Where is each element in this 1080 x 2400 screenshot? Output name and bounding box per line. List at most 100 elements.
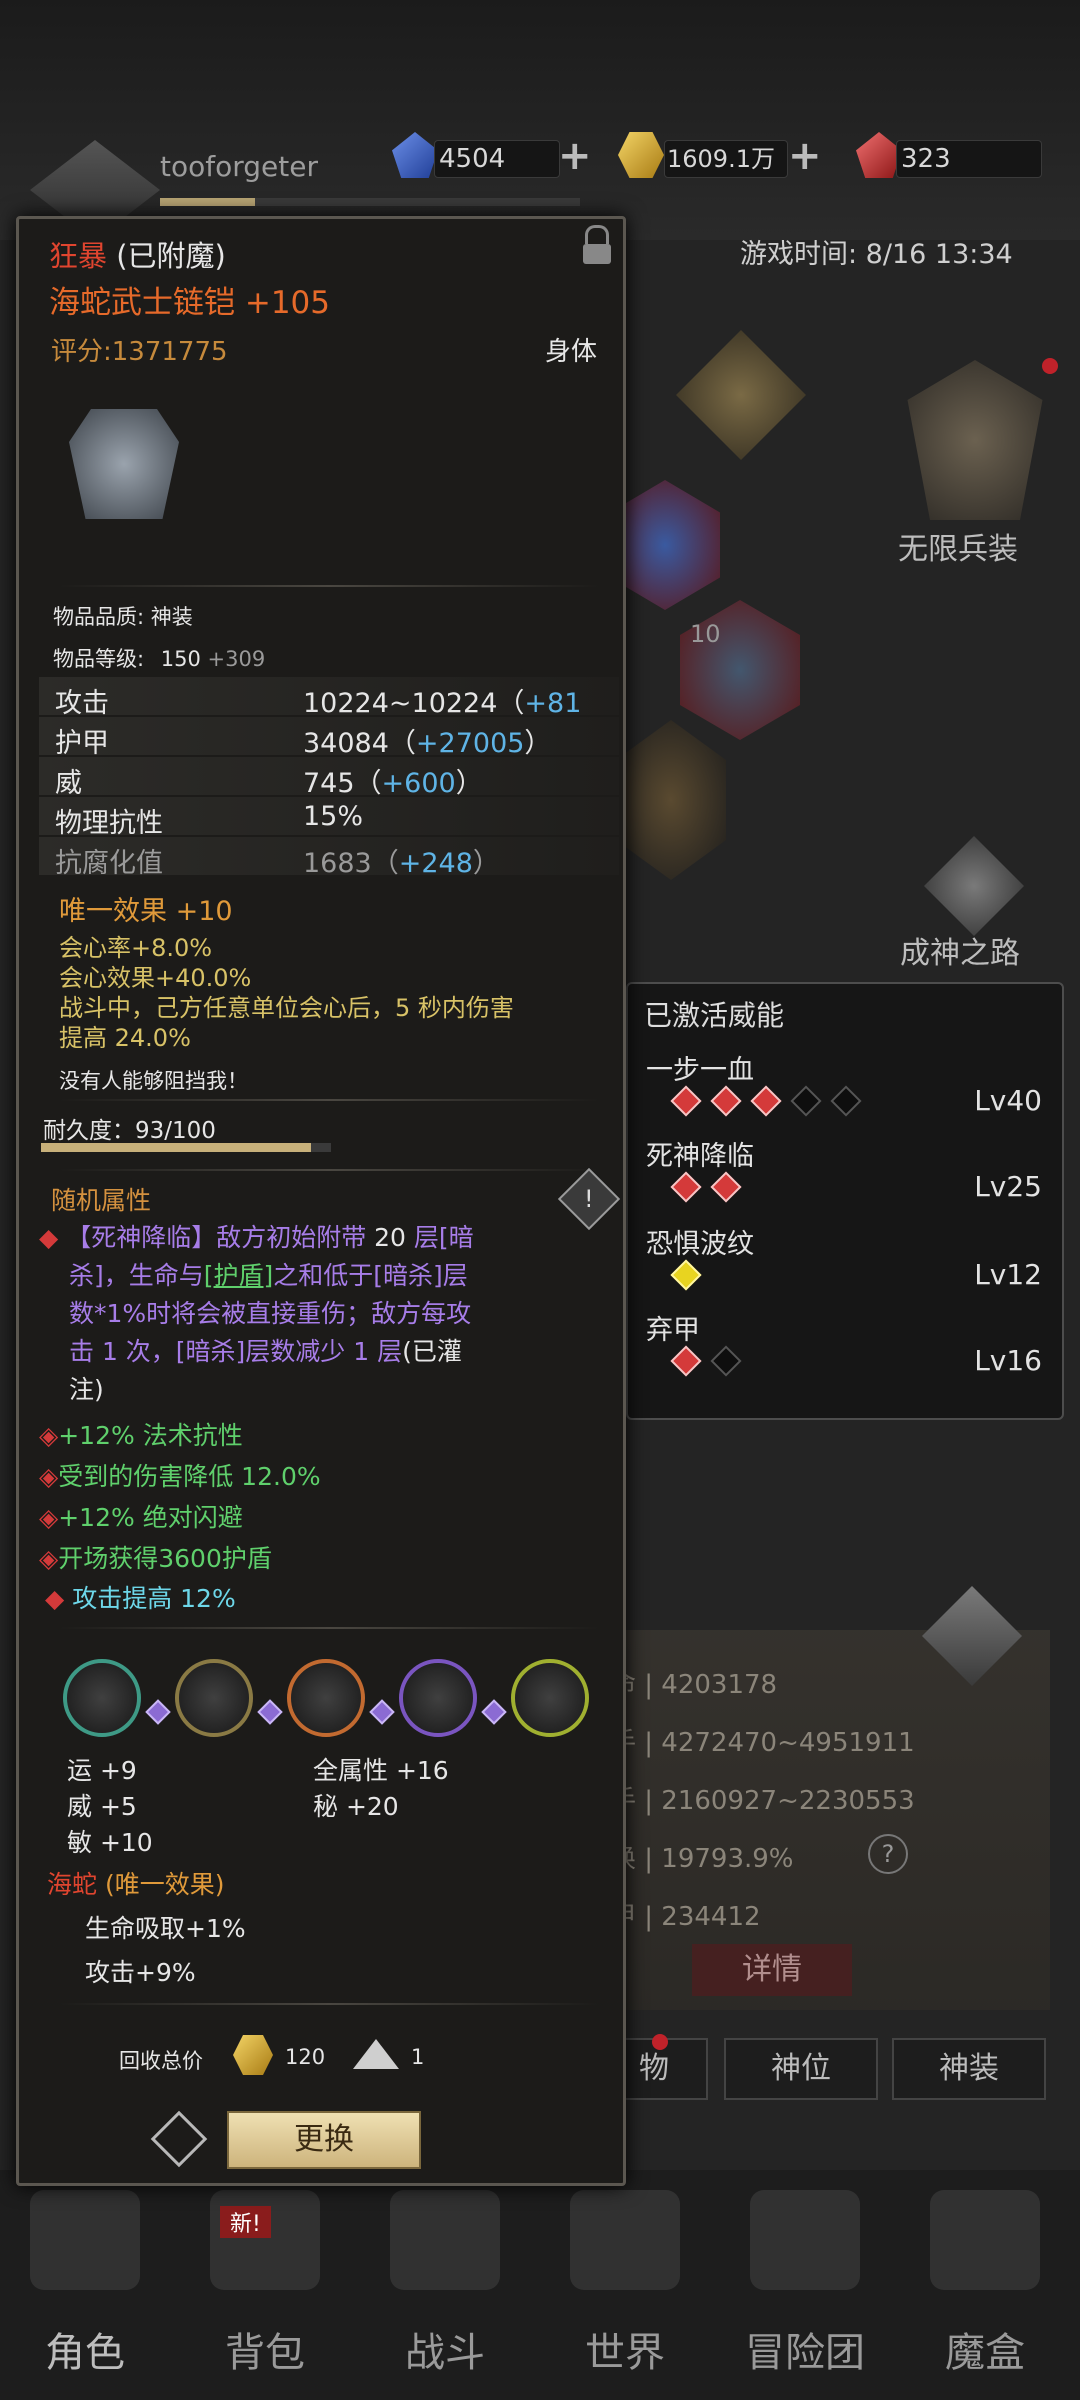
divider [59,585,599,587]
tab-divine-gear-label: 神装 [939,2051,999,2086]
nav-character[interactable]: 角色 [0,2170,170,2400]
details-button[interactable]: 详情 [692,1944,852,1996]
buff-row[interactable]: 恐惧波纹 Lv12 [632,1218,1056,1300]
buff-pips [666,1259,706,1291]
buff-pips [666,1085,866,1117]
unique-effect-title: 唯一效果 +10 [59,896,233,927]
stat-line: 手 | 2160927~2230553 [610,1786,915,1816]
nav-adventure-label: 冒险团 [745,2330,865,2376]
stat-key: 护甲 [55,728,109,759]
deity-path-emblem[interactable] [924,836,1024,936]
gold-count: 1609.1万 [664,140,788,178]
recycle-dust: 1 [411,2045,425,2069]
details-label: 详情 [742,1952,802,1987]
gold-icon [233,2035,273,2075]
nav-magic-box[interactable]: 魔盒 [900,2170,1070,2400]
buff-row[interactable]: 一步一血 Lv40 [632,1044,1056,1126]
add-sapphire-button[interactable]: + [558,136,592,176]
stat-key: 攻击 [55,688,109,719]
stat-line: 唤 | 19793.9% [610,1844,794,1874]
backpack-icon [210,2190,320,2290]
recycle-gold: 120 [285,2045,326,2069]
tab-notification-dot [652,2034,668,2050]
skill-orb-1[interactable] [610,480,720,610]
stat-row: 威 745（+600） [39,757,619,799]
random-attr-title: 随机属性 [51,1186,152,1215]
username: tooforgeter [160,150,318,183]
random-cyan-line: ◆ 攻击提高 12% [45,1584,236,1613]
set-name: 海蛇 [47,1870,98,1899]
skill-orb-3[interactable] [616,720,726,880]
nav-adventure[interactable]: 冒险团 [720,2170,890,2400]
item-slot: 身体 [545,337,598,367]
stat-line: 手 | 4272470~4951911 [610,1728,915,1758]
flavor-text: 没有人能够阻挡我！ [59,1069,248,1093]
stat-value: 34084（+27005） [303,728,552,759]
socket-gem[interactable] [175,1659,253,1737]
buff-panel-title: 已激活威能 [644,999,785,1032]
buff-level: Lv40 [974,1084,1042,1117]
nav-backpack[interactable]: 新! 背包 [180,2170,350,2400]
stat-row: 攻击 10224~10224（+81 [39,677,619,719]
stat-line: 命 | 4203178 [610,1670,778,1700]
nav-world[interactable]: 世界 [540,2170,710,2400]
swap-button[interactable]: 更换 [227,2111,421,2169]
buff-level: Lv16 [974,1344,1042,1377]
stat-value: 1683（+248） [303,848,500,879]
swap-button-label: 更换 [294,2122,354,2157]
item-quality: 物品品质: 神装 [53,605,193,629]
random-green-lines: ◈+12% 法术抗性 ◈受到的伤害降低 12.0% ◈+12% 绝对闪避 ◈开场… [39,1421,321,1573]
game-time: 游戏时间: 8/16 13:34 [740,239,1013,270]
item-level-value: 150 [160,647,201,671]
infinite-gear-label[interactable]: 无限兵装 [898,524,1018,568]
tab-divine-gear[interactable]: 神装 [892,2038,1046,2100]
stat-row: 护甲 34084（+27005） [39,717,619,759]
buff-row[interactable]: 死神降临 Lv25 [632,1130,1056,1212]
nav-battle[interactable]: 战斗 [360,2170,530,2400]
nav-battle-label: 战斗 [405,2330,485,2376]
exp-bar [160,198,580,206]
recycle-label: 回收总价 [119,2049,203,2073]
tab-item-label: 物 [639,2051,669,2086]
boss-emblem[interactable] [676,330,806,460]
socket-link [145,1699,171,1725]
tab-deity-seat[interactable]: 神位 [724,2038,878,2100]
socket-gem[interactable] [511,1659,589,1737]
divider [59,2003,599,2005]
socket-link [257,1699,283,1725]
activated-powers-panel: 已激活威能 一步一血 Lv40 死神降临 Lv25 恐惧波纹 Lv12 弃甲 L… [626,982,1064,1420]
add-gold-button[interactable]: + [788,136,822,176]
stat-key: 物理抗性 [55,808,163,839]
stat-row: 物理抗性 15% [39,797,619,839]
share-icon[interactable] [150,2110,208,2168]
help-icon[interactable]: ? [868,1834,908,1874]
dust-icon [353,2039,399,2069]
enchant-line: 狂暴 (已附魔) [49,233,226,275]
item-name: 海蛇武士链铠 +105 [49,285,330,321]
socket-link [481,1699,507,1725]
enchant-status: (已附魔) [116,239,226,273]
random-main-effect: ◆ 【死神降临】敌方初始附带 20 层[暗 杀]，生命与[护盾]之和低于[暗杀]… [39,1223,474,1404]
skill-orb-level: 10 [690,620,721,648]
socket-gem[interactable] [63,1659,141,1737]
shield-link[interactable]: [护盾] [204,1261,274,1290]
socket-gem[interactable] [287,1659,365,1737]
socket-stats-left: 运 +9 威 +5 敏 +10 [67,1756,153,1857]
tab-deity-seat-label: 神位 [771,2051,831,2086]
item-score: 评分:1371775 [51,337,228,367]
stat-line: 甲 | 234412 [610,1902,761,1932]
durability-label: 耐久度：93/100 [43,1118,216,1144]
helmet-icon [30,2190,140,2290]
nav-magic-box-label: 魔盒 [945,2330,1025,2376]
new-badge: 新! [220,2206,271,2238]
castle-icon [750,2190,860,2290]
socket-gem[interactable] [399,1659,477,1737]
deity-path-label[interactable]: 成神之路 [900,928,1020,972]
infinite-gear-emblem[interactable] [907,360,1043,520]
armor-icon [69,409,179,519]
cube-icon [930,2190,1040,2290]
buff-level: Lv12 [974,1258,1042,1291]
ruby-count: 323 [896,140,1042,178]
lock-icon[interactable] [579,225,615,265]
buff-row[interactable]: 弃甲 Lv16 [632,1304,1056,1386]
